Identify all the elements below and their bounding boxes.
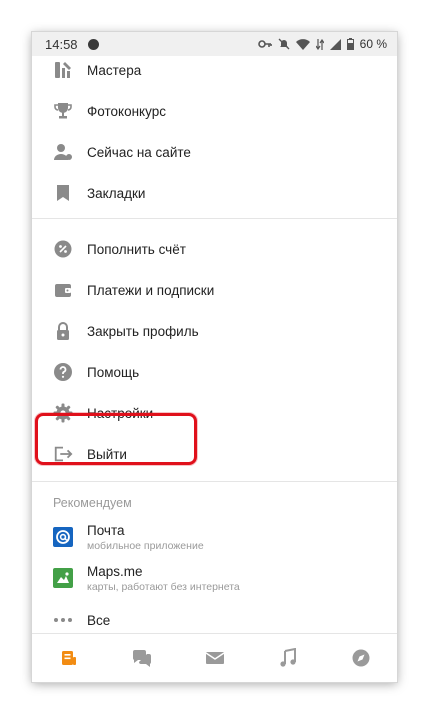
app-description: мобильное приложение [87,540,204,552]
trophy-icon [53,101,73,121]
signal-icon [329,38,341,50]
nav-music[interactable] [268,638,308,678]
recommended-all[interactable]: Все [32,604,397,636]
recommended-title: Рекомендуем [53,496,132,510]
key-icon [257,40,272,48]
menu-item-online-now[interactable]: Сейчас на сайте [32,132,397,172]
mail-icon [205,652,224,664]
recommended-app-mapsme[interactable]: Maps.me карты, работают без интернета [32,562,397,602]
app-description: карты, работают без интернета [87,581,240,593]
settings-highlight [35,413,197,465]
nav-messages[interactable] [122,638,162,678]
lock-icon [53,321,73,341]
menu-divider [32,218,397,219]
recommended-app-mail[interactable]: Почта мобильное приложение [32,521,397,561]
online-users-icon [53,142,73,162]
mapsme-app-icon [53,568,73,588]
menu-item-masters[interactable]: Мастера [32,50,397,90]
help-icon [53,362,73,382]
more-dots-icon [53,610,73,630]
music-icon [279,648,296,667]
mail-app-icon [53,527,73,547]
menu-item-label: Платежи и подписки [87,282,215,298]
menu-item-close-profile[interactable]: Закрыть профиль [32,311,397,351]
all-label: Все [87,612,111,628]
menu-item-label: Помощь [87,364,140,380]
craft-tools-icon [53,60,73,80]
notification-dot-icon [87,38,99,50]
bottom-navigation [32,633,397,682]
menu-divider [32,481,397,482]
menu-item-label: Закрыть профиль [87,323,199,339]
menu-item-photo-contest[interactable]: Фотоконкурс [32,91,397,131]
top-up-icon [53,239,73,259]
menu-item-label: Фотоконкурс [87,103,166,119]
menu-item-label: Пополнить счёт [87,241,186,257]
data-arrows-icon [315,38,324,50]
bookmark-icon [53,183,73,203]
wifi-icon [295,38,310,50]
menu-item-label: Мастера [87,62,142,78]
mute-bell-icon [278,38,290,50]
discover-icon [352,649,369,667]
nav-mail[interactable] [195,638,235,678]
nav-discover[interactable] [341,638,381,678]
menu-item-top-up[interactable]: Пополнить счёт [32,229,397,269]
menu-item-label: Закладки [87,185,146,201]
menu-item-help[interactable]: Помощь [32,352,397,392]
app-name: Почта [87,523,125,538]
battery-icon [346,38,354,50]
app-name: Maps.me [87,564,143,579]
menu-item-label: Сейчас на сайте [87,144,191,160]
menu-item-bookmarks[interactable]: Закладки [32,173,397,213]
messages-icon [132,650,151,667]
nav-feed[interactable] [49,638,89,678]
battery-percent: 60 % [359,37,387,51]
phone-screen: 14:58 60 % Мастера Фотоконкурс Сейчас на… [32,32,397,682]
feed-icon [61,651,76,665]
wallet-icon [53,280,73,300]
menu-item-payments[interactable]: Платежи и подписки [32,270,397,310]
